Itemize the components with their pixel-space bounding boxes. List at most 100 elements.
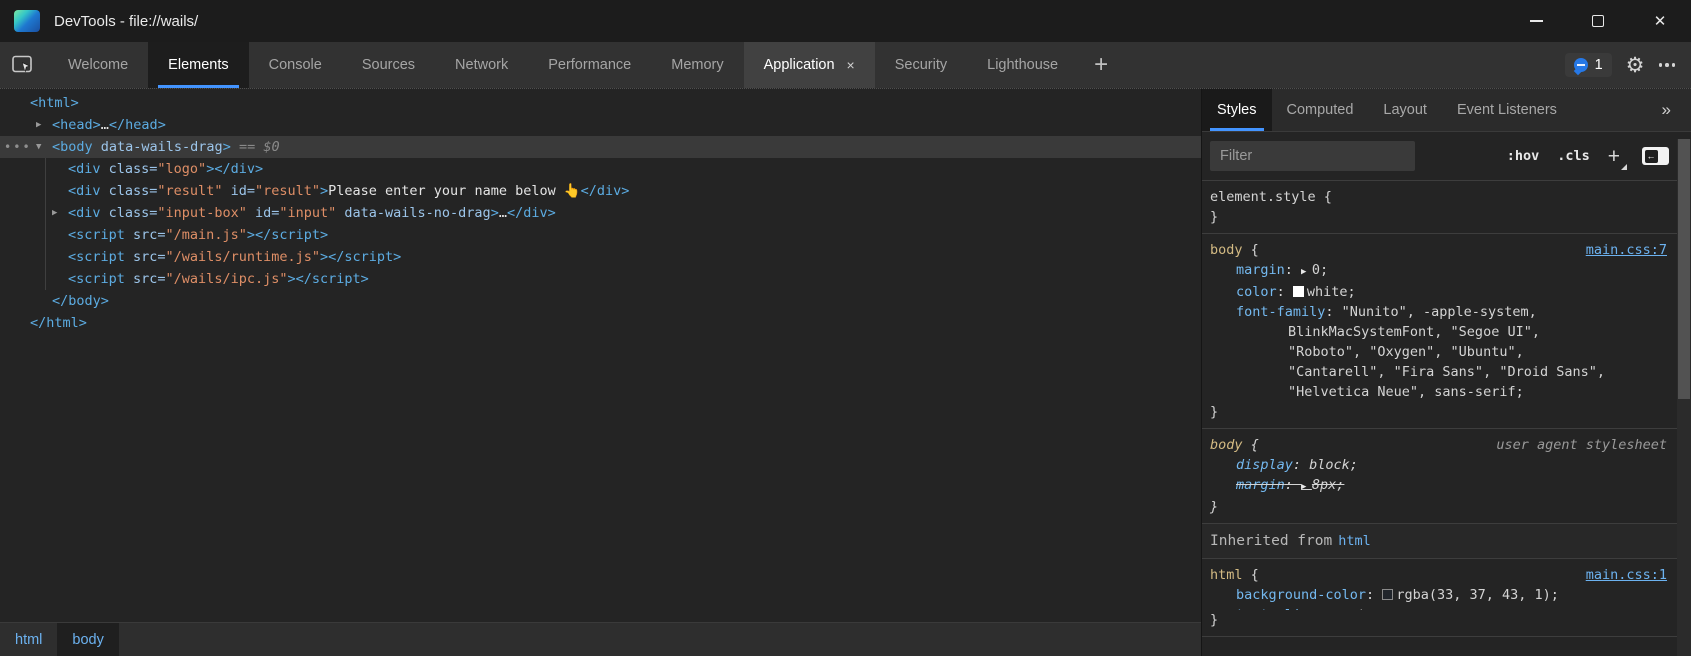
tab-label: Memory bbox=[671, 57, 723, 73]
expand-longhand-icon[interactable]: ▶ bbox=[1301, 267, 1312, 277]
tree-row[interactable]: <script src="/main.js"></script> bbox=[0, 224, 1201, 246]
code-token: Please enter your name below bbox=[328, 183, 564, 199]
css-selector[interactable]: html bbox=[1210, 567, 1243, 583]
inspect-icon bbox=[11, 54, 37, 76]
css-declaration[interactable]: color: white; bbox=[1210, 282, 1667, 302]
tab-welcome[interactable]: Welcome bbox=[48, 42, 148, 88]
overflow-tabs-chevron[interactable]: » bbox=[1642, 89, 1691, 131]
tab-sources[interactable]: Sources bbox=[342, 42, 435, 88]
color-swatch[interactable] bbox=[1382, 589, 1393, 600]
tab-network[interactable]: Network bbox=[435, 42, 528, 88]
code-token: ></script> bbox=[320, 249, 401, 265]
inherited-target-link[interactable]: html bbox=[1338, 533, 1371, 549]
code-token: </body> bbox=[52, 293, 109, 309]
indent-guide-line bbox=[45, 158, 46, 290]
issues-counter-button[interactable]: 1 bbox=[1565, 53, 1612, 77]
code-token: … bbox=[499, 205, 507, 221]
tab-application[interactable]: Application× bbox=[744, 42, 875, 88]
node-options-dots[interactable]: ••• bbox=[4, 136, 32, 158]
rule-header: body {main.css:7 bbox=[1210, 240, 1667, 260]
tree-row[interactable]: <html> bbox=[0, 92, 1201, 114]
colon: : bbox=[1277, 284, 1293, 300]
tab-memory[interactable]: Memory bbox=[651, 42, 743, 88]
sidebar-tab-event-listeners[interactable]: Event Listeners bbox=[1442, 89, 1572, 131]
tab-lighthouse[interactable]: Lighthouse bbox=[967, 42, 1078, 88]
close-button[interactable]: ✕ bbox=[1629, 0, 1691, 42]
breadcrumb-item-html[interactable]: html bbox=[0, 623, 57, 656]
tree-row[interactable]: ▶<head>…</head> bbox=[0, 114, 1201, 136]
css-selector[interactable]: body bbox=[1210, 437, 1243, 453]
inspect-element-button[interactable] bbox=[0, 42, 48, 88]
settings-gear-icon[interactable]: ⚙ bbox=[1626, 55, 1645, 76]
rule-header: html { main.css:1 bbox=[1210, 565, 1667, 585]
tree-row[interactable]: •••▼<body data-wails-drag> == $0 bbox=[0, 136, 1201, 158]
tab-label: Security bbox=[895, 57, 947, 73]
tree-row[interactable]: </body> bbox=[0, 290, 1201, 312]
colon: : bbox=[1285, 262, 1301, 278]
elements-panel: <html>▶<head>…</head>•••▼<body data-wail… bbox=[0, 89, 1202, 656]
devtools-window: DevTools - file://wails/ ✕ WelcomeElemen… bbox=[0, 0, 1691, 656]
code-token: src= bbox=[125, 227, 166, 243]
code-token: <head> bbox=[52, 117, 101, 133]
stylesheet-link[interactable]: main.css:1 bbox=[1586, 565, 1667, 585]
breadcrumb-item-body[interactable]: body bbox=[57, 623, 118, 656]
collapse-arrow-icon[interactable]: ▼ bbox=[36, 136, 41, 158]
css-property-name: text-align bbox=[1236, 607, 1317, 610]
css-declaration[interactable]: background-color: rgba(33, 37, 43, 1); bbox=[1210, 585, 1667, 605]
expand-arrow-icon[interactable]: ▶ bbox=[52, 202, 57, 224]
sidebar-tab-styles[interactable]: Styles bbox=[1202, 89, 1272, 131]
tree-row[interactable]: <div class="logo"></div> bbox=[0, 158, 1201, 180]
expand-longhand-icon[interactable]: ▶ bbox=[1301, 482, 1312, 492]
open-brace: { bbox=[1243, 567, 1259, 583]
maximize-button[interactable] bbox=[1567, 0, 1629, 42]
new-style-rule-button[interactable]: + bbox=[1608, 146, 1624, 167]
tab-label: Console bbox=[269, 57, 322, 73]
css-property-name: color bbox=[1236, 284, 1277, 300]
css-declaration[interactable]: display: block; bbox=[1210, 455, 1667, 475]
quick-view-toggle-button[interactable]: ← bbox=[1642, 147, 1669, 165]
css-declaration[interactable]: margin: ▶ 0; bbox=[1210, 260, 1667, 282]
scrollbar-thumb[interactable] bbox=[1678, 139, 1690, 399]
code-token: > bbox=[320, 183, 328, 199]
element-classes-toggle[interactable]: .cls bbox=[1557, 148, 1590, 164]
css-property-name: background-color bbox=[1236, 587, 1366, 603]
tree-row[interactable]: <script src="/wails/ipc.js"></script> bbox=[0, 268, 1201, 290]
styles-filter-input[interactable] bbox=[1210, 141, 1415, 171]
expand-arrow-icon[interactable]: ▶ bbox=[36, 114, 41, 136]
styles-scrollbar[interactable] bbox=[1677, 139, 1691, 656]
sidebar-tab-computed[interactable]: Computed bbox=[1272, 89, 1369, 131]
colon: : bbox=[1317, 607, 1333, 610]
tab-elements[interactable]: Elements bbox=[148, 42, 248, 88]
css-property-name: font-family bbox=[1236, 304, 1325, 320]
css-property-name: margin bbox=[1236, 477, 1285, 493]
css-declaration[interactable]: font-family: "Nunito", -apple-system,Bli… bbox=[1210, 302, 1667, 402]
rule-header: body {user agent stylesheet bbox=[1210, 435, 1667, 455]
code-token: id= bbox=[222, 183, 255, 199]
close-brace: } bbox=[1210, 497, 1667, 517]
css-declaration[interactable]: margin: ▶ 8px; bbox=[1210, 475, 1667, 497]
tab-performance[interactable]: Performance bbox=[528, 42, 651, 88]
css-selector[interactable]: body bbox=[1210, 242, 1243, 258]
css-property-value: center; bbox=[1334, 607, 1391, 610]
minimize-icon bbox=[1530, 20, 1543, 22]
tab-console[interactable]: Console bbox=[249, 42, 342, 88]
code-token: == $0 bbox=[231, 139, 280, 155]
tree-row[interactable]: <script src="/wails/runtime.js"></script… bbox=[0, 246, 1201, 268]
colon: : bbox=[1293, 457, 1309, 473]
customize-menu-icon[interactable] bbox=[1659, 63, 1676, 67]
maximize-icon bbox=[1592, 15, 1604, 27]
window-controls: ✕ bbox=[1505, 0, 1691, 42]
tree-row[interactable]: </html> bbox=[0, 312, 1201, 334]
tab-close-icon[interactable]: × bbox=[847, 57, 855, 73]
css-selector[interactable]: element.style bbox=[1210, 189, 1316, 205]
tree-row[interactable]: <div class="result" id="result">Please e… bbox=[0, 180, 1201, 202]
color-swatch[interactable] bbox=[1293, 286, 1304, 297]
pseudo-state-toggle[interactable]: :hov bbox=[1507, 148, 1540, 164]
tab-security[interactable]: Security bbox=[875, 42, 967, 88]
more-tools-button[interactable]: + bbox=[1078, 42, 1124, 88]
style-rule-section: body {main.css:7margin: ▶ 0;color: white… bbox=[1202, 234, 1691, 429]
stylesheet-link[interactable]: main.css:7 bbox=[1586, 240, 1667, 260]
minimize-button[interactable] bbox=[1505, 0, 1567, 42]
sidebar-tab-layout[interactable]: Layout bbox=[1368, 89, 1442, 131]
tree-row[interactable]: ▶<div class="input-box" id="input" data-… bbox=[0, 202, 1201, 224]
